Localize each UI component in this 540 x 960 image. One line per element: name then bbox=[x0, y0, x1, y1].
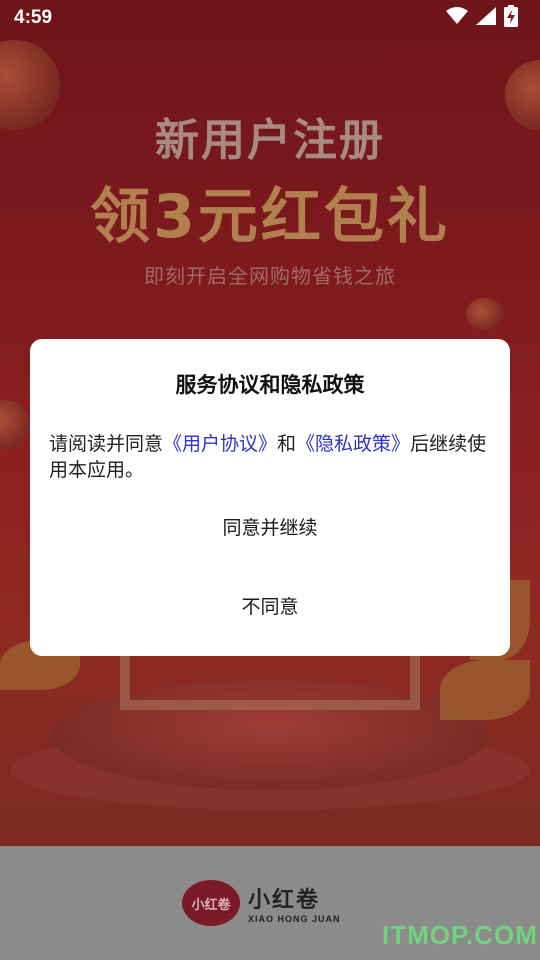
battery-charging-icon bbox=[504, 5, 518, 31]
wifi-icon bbox=[446, 7, 468, 29]
disagree-button[interactable]: 不同意 bbox=[30, 592, 510, 622]
privacy-policy-link[interactable]: 《隐私政策》 bbox=[296, 433, 410, 455]
terms-dialog: 服务协议和隐私政策 请阅读并同意《用户协议》和《隐私政策》后继续使用本应用。 同… bbox=[30, 339, 510, 656]
status-time: 4:59 bbox=[14, 7, 53, 28]
status-icons bbox=[446, 5, 518, 31]
agree-and-continue-button[interactable]: 同意并继续 bbox=[30, 513, 510, 543]
dialog-title: 服务协议和隐私政策 bbox=[175, 373, 365, 397]
cellular-signal-icon bbox=[476, 7, 496, 29]
dialog-message: 请阅读并同意《用户协议》和《隐私政策》后继续使用本应用。 bbox=[49, 431, 497, 483]
user-agreement-link[interactable]: 《用户协议》 bbox=[163, 433, 277, 455]
dialog-message-and: 和 bbox=[277, 433, 297, 455]
status-bar: 4:59 bbox=[0, 0, 540, 36]
dialog-message-prefix: 请阅读并同意 bbox=[49, 433, 164, 455]
